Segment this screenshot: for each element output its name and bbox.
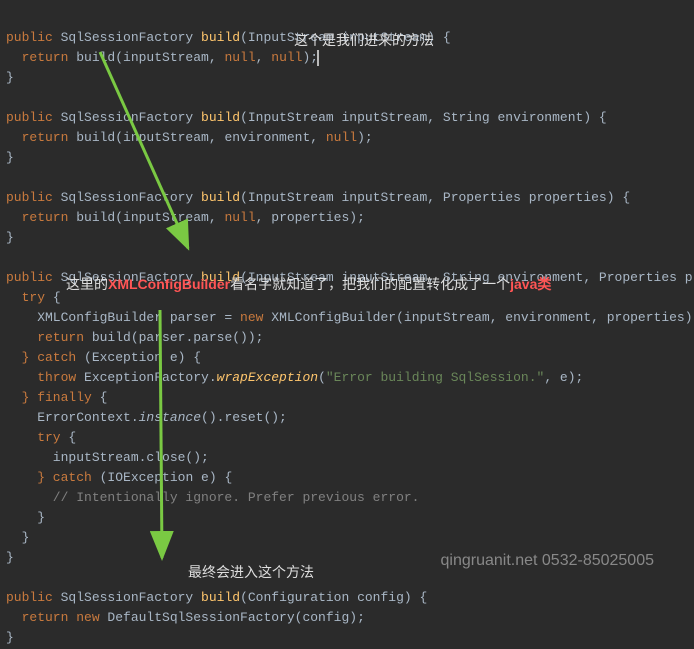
line: public SqlSessionFactory build(InputStre…	[6, 190, 630, 205]
line: }	[6, 630, 14, 645]
line: XMLConfigBuilder parser = new XMLConfigB…	[6, 310, 694, 325]
line: }	[6, 230, 14, 245]
line: }	[6, 70, 14, 85]
line: public SqlSessionFactory build(InputStre…	[6, 110, 607, 125]
line: }	[6, 550, 14, 565]
line: inputStream.close();	[6, 450, 209, 465]
line: return build(parser.parse());	[6, 330, 263, 345]
line: }	[6, 510, 45, 525]
line: }	[6, 530, 29, 545]
line: return build(inputStream, environment, n…	[6, 130, 373, 145]
line: return new DefaultSqlSessionFactory(conf…	[6, 610, 365, 625]
line: ErrorContext.instance().reset();	[6, 410, 287, 425]
text-cursor	[317, 50, 319, 66]
annotation-middle: 这里的XMLConfigBuilder看名字就知道了，把我们的配置转化成了一个j…	[66, 274, 551, 294]
line: return build(inputStream, null, properti…	[6, 210, 365, 225]
line: // Intentionally ignore. Prefer previous…	[6, 490, 419, 505]
line: try {	[6, 290, 61, 305]
line: } catch (Exception e) {	[6, 350, 201, 365]
annotation-bottom: 最终会进入这个方法	[188, 562, 314, 582]
annotation-top: 这个是我们进来的方法	[294, 30, 434, 50]
line: } finally {	[6, 390, 107, 405]
watermark-text: qingruanit.net 0532-85025005	[440, 551, 654, 571]
line: return build(inputStream, null, null);	[6, 50, 319, 65]
line: }	[6, 150, 14, 165]
line: } catch (IOException e) {	[6, 470, 232, 485]
line: try {	[6, 430, 76, 445]
line: public SqlSessionFactory build(Configura…	[6, 590, 427, 605]
line: throw ExceptionFactory.wrapException("Er…	[6, 370, 583, 385]
